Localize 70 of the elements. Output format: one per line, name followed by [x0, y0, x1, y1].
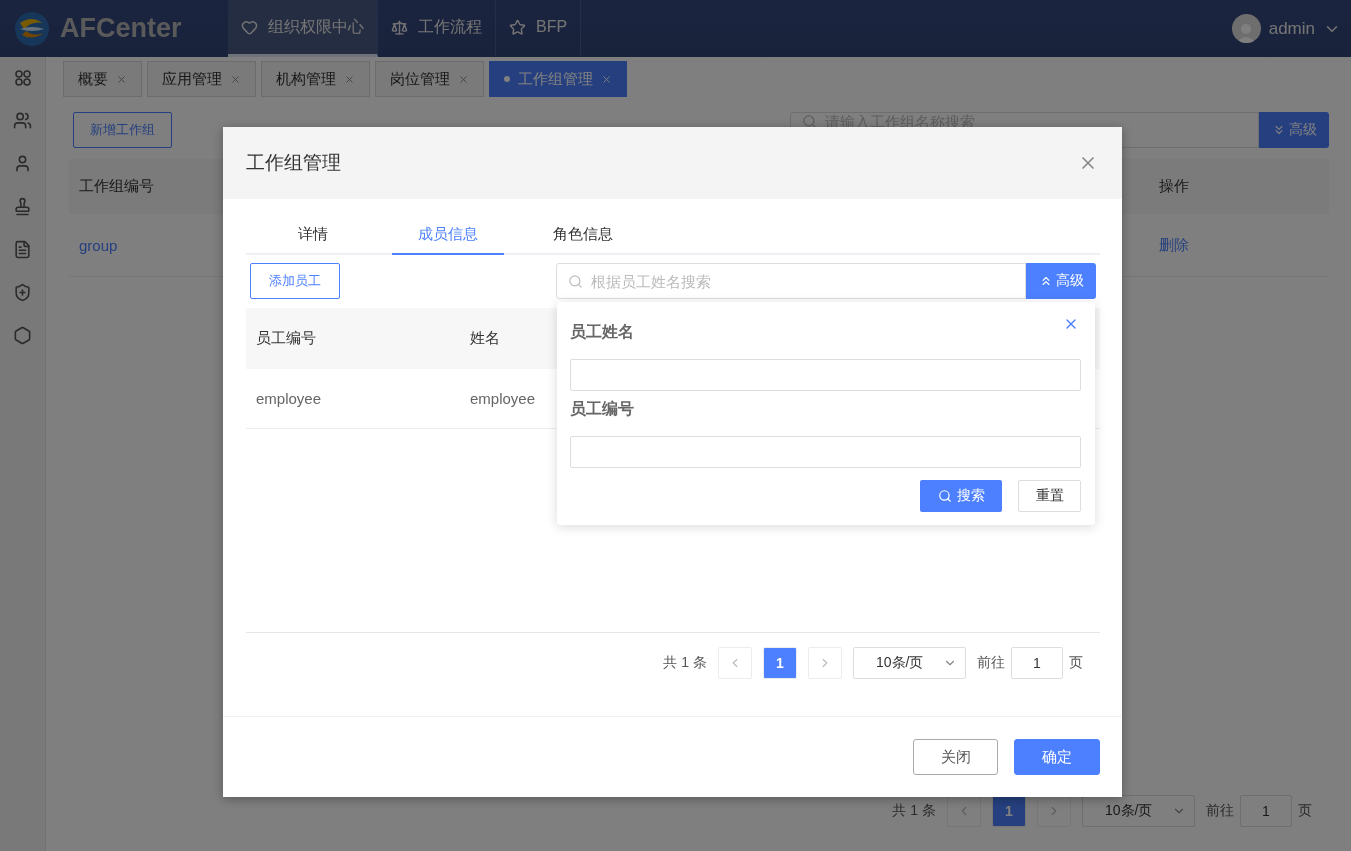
previous-page-button[interactable]: [947, 795, 981, 827]
search-field[interactable]: 根据员工姓名搜索: [556, 263, 1026, 299]
column-header: 员工编号: [255, 329, 317, 348]
heart-icon: [241, 18, 258, 36]
dialog-tab[interactable]: 角色信息: [527, 215, 639, 255]
dialog-title: 工作组管理: [246, 151, 341, 175]
page-size-select[interactable]: 10条/页: [853, 647, 966, 679]
close-icon[interactable]: [601, 73, 612, 85]
page-unit: 页: [1298, 802, 1312, 820]
document-icon[interactable]: [13, 240, 32, 259]
dialog-tab[interactable]: 成员信息: [392, 215, 504, 255]
goto-label: 前往: [1206, 802, 1234, 820]
shield-plus-icon[interactable]: [13, 283, 32, 302]
total-count: 共 1 条: [663, 654, 707, 672]
add-employee-button[interactable]: 添加员工: [250, 263, 340, 299]
reset-button[interactable]: 重置: [1018, 480, 1081, 512]
column-header: 姓名: [469, 329, 500, 348]
confirm-button[interactable]: 确定: [1014, 739, 1100, 775]
nav-tab[interactable]: 组织权限中心: [228, 0, 378, 57]
next-page-button[interactable]: [1037, 795, 1071, 827]
input-field[interactable]: [570, 436, 1081, 468]
column-header: 操作: [1158, 177, 1189, 196]
page-tab[interactable]: 机构管理: [261, 61, 370, 97]
nav-tab[interactable]: 工作流程: [378, 0, 496, 57]
field-label: 员工姓名: [570, 322, 634, 342]
avatar-icon[interactable]: [1231, 14, 1261, 43]
goto-page-field[interactable]: 1: [1011, 647, 1063, 679]
column-header: 工作组编号: [78, 177, 155, 196]
stamp-icon[interactable]: [13, 197, 32, 216]
page-tab[interactable]: 工作组管理: [489, 61, 627, 97]
advanced-button[interactable]: 高级: [1259, 112, 1329, 148]
input-field[interactable]: [570, 359, 1081, 391]
logo-icon: [14, 10, 50, 47]
total-count: 共 1 条: [892, 802, 936, 820]
scale-icon: [391, 18, 408, 36]
users-icon[interactable]: [13, 111, 32, 130]
page-button[interactable]: 1: [763, 647, 797, 679]
user-icon[interactable]: [13, 154, 32, 173]
close-icon[interactable]: [458, 73, 469, 85]
advanced-button[interactable]: 高级: [1026, 263, 1096, 299]
close-icon[interactable]: [344, 73, 355, 85]
page-tab[interactable]: 概要: [63, 61, 142, 97]
logo-text: AFCenter: [60, 13, 182, 44]
field-label: 员工编号: [570, 399, 634, 419]
dialog-tab[interactable]: 详情: [257, 215, 369, 255]
page-size-value: 10条/页: [1105, 802, 1153, 820]
page-size-value: 10条/页: [876, 654, 924, 672]
search-button[interactable]: 搜索: [920, 480, 1002, 512]
grid-icon[interactable]: [13, 69, 32, 87]
table-cell-text: employee: [255, 390, 323, 407]
nav-tab[interactable]: BFP: [496, 0, 582, 57]
table-cell[interactable]: 删除: [1149, 235, 1189, 255]
close-icon[interactable]: [116, 73, 127, 85]
close-icon[interactable]: [230, 73, 241, 85]
add-group-button[interactable]: 新增工作组: [73, 112, 172, 148]
page-tab[interactable]: 应用管理: [147, 61, 256, 97]
star-icon: [509, 18, 526, 36]
page-tab[interactable]: 岗位管理: [375, 61, 484, 97]
hexagon-icon[interactable]: [13, 326, 32, 345]
goto-label: 前往: [977, 654, 1005, 672]
close-button[interactable]: 关闭: [913, 739, 998, 775]
search-icon: [802, 114, 817, 129]
search-icon: [937, 489, 952, 503]
table-cell-text: employee: [469, 390, 537, 407]
goto-page-field[interactable]: 1: [1240, 795, 1292, 827]
page-button[interactable]: 1: [992, 795, 1026, 827]
user-name[interactable]: admin: [1268, 18, 1315, 39]
search-icon: [568, 274, 583, 289]
page-unit: 页: [1069, 654, 1083, 672]
active-dot-icon: [504, 76, 510, 82]
